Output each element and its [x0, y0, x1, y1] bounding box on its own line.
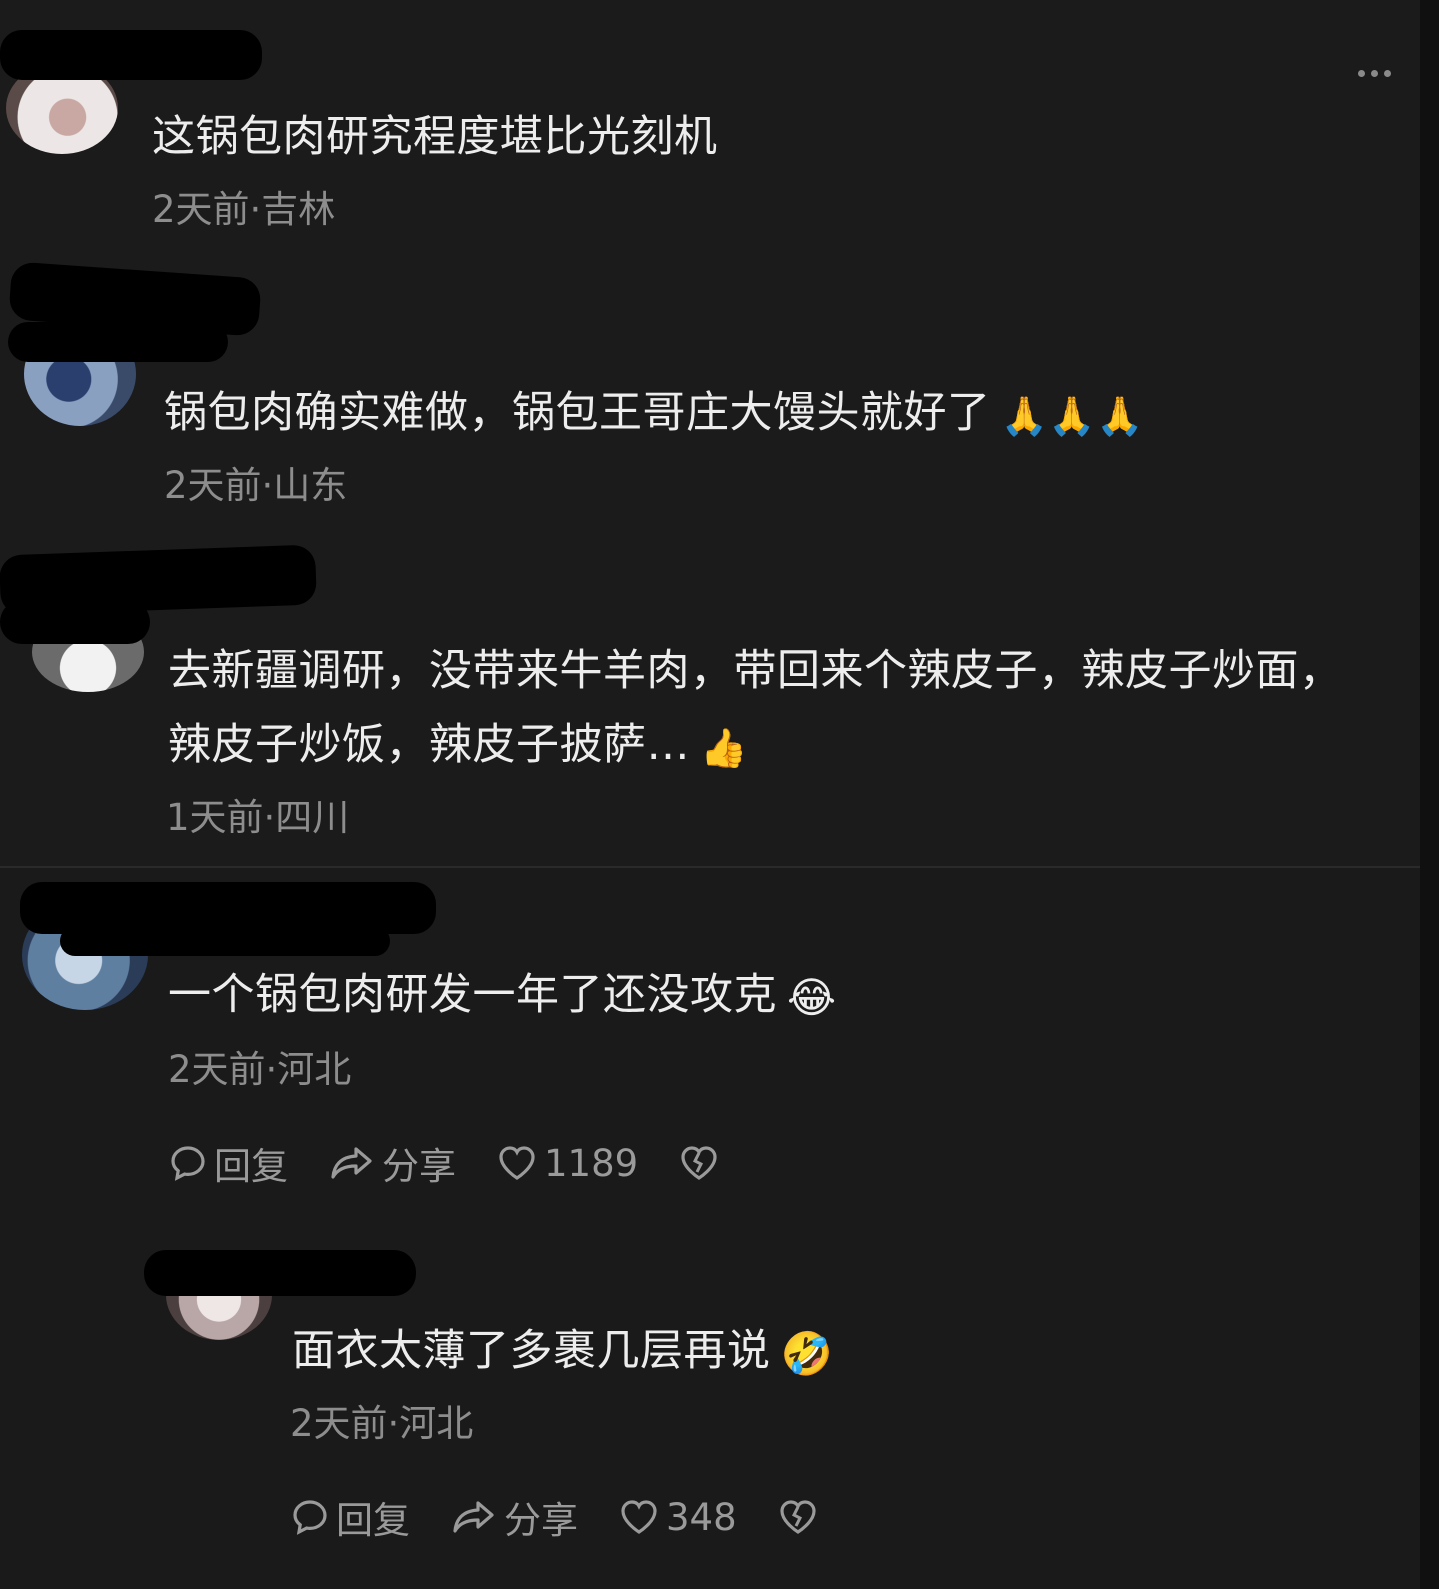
heart-icon: [621, 1500, 657, 1534]
share-arrow-icon: [453, 1501, 494, 1533]
comment-meta: 1天前·四川: [166, 796, 350, 839]
share-label: 分享: [504, 1499, 578, 1542]
reply-label: 回复: [214, 1145, 288, 1188]
chat-bubble-icon: [293, 1500, 327, 1535]
comment-meta: 2天前·河北: [290, 1402, 474, 1445]
comment-text: 一个锅包肉研发一年了还没攻克 😂: [168, 958, 837, 1035]
share-button[interactable]: 分享: [450, 1490, 578, 1544]
pray-emoji: 🙏🙏🙏: [1000, 393, 1144, 438]
scroll-strip: [1420, 0, 1439, 1589]
comment-text: 面衣太薄了多裹几层再说 🤣: [292, 1314, 833, 1391]
comment-text-body: 辣皮子炒饭，辣皮子披萨…: [168, 720, 690, 770]
comment-text-line2: 辣皮子炒饭，辣皮子披萨… 👍: [168, 708, 748, 785]
reply-button[interactable]: 回复: [168, 1136, 288, 1190]
dislike-button[interactable]: [777, 1497, 819, 1537]
redacted-username: [8, 322, 228, 362]
like-count: 348: [666, 1495, 737, 1539]
rofl-emoji: 🤣: [780, 1328, 834, 1378]
dislike-button[interactable]: [678, 1143, 720, 1183]
broken-heart-icon: [681, 1146, 717, 1180]
comment-meta: 2天前·河北: [168, 1048, 352, 1091]
comment-text-body: 面衣太薄了多裹几层再说: [292, 1326, 771, 1376]
reply-label: 回复: [336, 1499, 410, 1542]
laughing-emoji: 😂: [787, 972, 837, 1022]
comment-actions: 回复 分享 348: [290, 1490, 859, 1544]
comment-meta: 2天前·吉林: [152, 188, 336, 231]
share-label: 分享: [382, 1145, 456, 1188]
like-button[interactable]: 348: [618, 1496, 737, 1539]
share-arrow-icon: [331, 1147, 372, 1179]
thumbs-up-emoji: 👍: [700, 725, 748, 770]
comment-actions: 回复 分享 1189: [168, 1136, 760, 1190]
reply-button[interactable]: 回复: [290, 1490, 410, 1544]
like-count: 1189: [544, 1141, 639, 1185]
comment-text-body: 一个锅包肉研发一年了还没攻克: [168, 970, 777, 1020]
chat-bubble-icon: [171, 1146, 205, 1181]
comment-text-line1: 去新疆调研，没带来牛羊肉，带回来个辣皮子，辣皮子炒面，: [168, 646, 1343, 696]
comment-text-body: 锅包肉确实难做，锅包王哥庄大馒头就好了: [164, 388, 991, 438]
more-dots-icon[interactable]: [1358, 64, 1402, 82]
comment-text: 锅包肉确实难做，锅包王哥庄大馒头就好了 🙏🙏🙏: [164, 376, 1144, 453]
redacted-username: [60, 926, 390, 956]
comment-text: 这锅包肉研究程度堪比光刻机: [152, 112, 718, 162]
share-button[interactable]: 分享: [328, 1136, 456, 1190]
heart-icon: [499, 1146, 535, 1180]
comment-meta: 2天前·山东: [164, 464, 348, 507]
redacted-username: [0, 30, 262, 80]
redacted-username: [0, 600, 150, 644]
like-button[interactable]: 1189: [496, 1142, 638, 1185]
broken-heart-icon: [780, 1500, 816, 1534]
redacted-username: [144, 1250, 416, 1296]
